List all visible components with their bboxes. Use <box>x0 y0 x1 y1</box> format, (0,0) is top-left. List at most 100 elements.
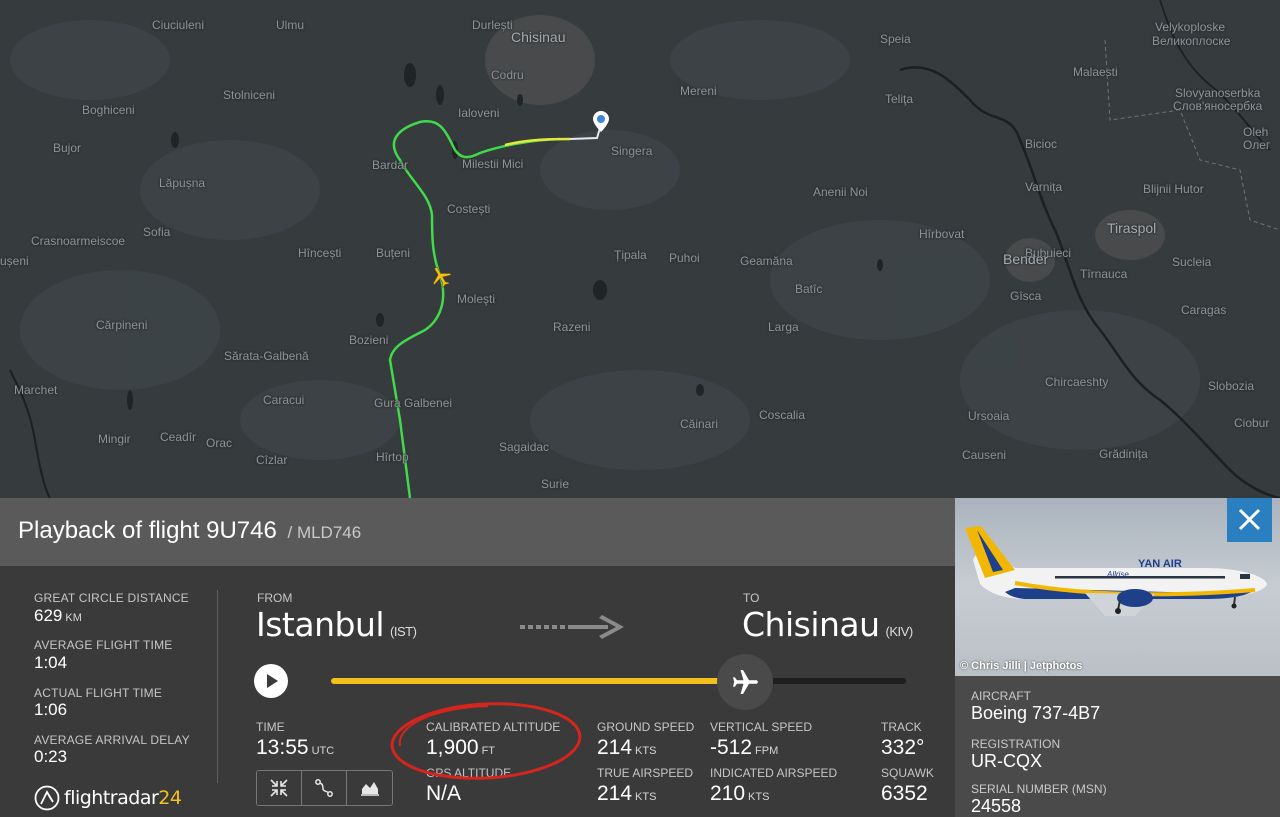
vertical-speed-label: VERTICAL SPEED <box>710 720 813 734</box>
place-label: Batîc <box>795 282 823 296</box>
vertical-speed-number: -512 <box>710 736 753 759</box>
location-pin-icon[interactable] <box>592 110 610 134</box>
place-label: Slovyanoserbka <box>1175 86 1261 100</box>
delay-value: 0:23 <box>34 747 68 766</box>
place-label: Codru <box>491 68 524 82</box>
squawk-label: SQUAWK <box>881 766 934 780</box>
registration-label: REGISTRATION <box>971 737 1061 751</box>
great-circle-number: 629 <box>34 606 63 625</box>
msn-value: 24558 <box>971 796 1022 816</box>
place-label: Malaesti <box>1073 65 1118 79</box>
flightradar24-playback-screen: Ciuciuleni Ulmu Durlești Chisinau Speia Velyk… <box>0 0 1280 817</box>
msn-label: SERIAL NUMBER (MSN) <box>971 782 1107 796</box>
radar-logo-icon <box>34 785 60 811</box>
vertical-speed-unit: FPM <box>755 745 779 757</box>
great-circle-unit: KM <box>65 612 82 624</box>
place-label: Lăpușna <box>159 176 206 190</box>
time-value: 13:55 UTC <box>256 736 334 760</box>
place-label: Durlești <box>472 18 513 32</box>
place-label: Caracui <box>263 393 305 407</box>
place-label: ușeni <box>0 254 29 268</box>
place-label: Costești <box>447 202 491 216</box>
actual-time-value: 1:06 <box>34 700 68 719</box>
true-airspeed-number: 214 <box>597 782 633 805</box>
chart-icon <box>360 782 379 796</box>
play-button[interactable] <box>254 664 288 698</box>
place-label: Sucleia <box>1172 255 1212 269</box>
ground-speed-label: GROUND SPEED <box>597 720 695 734</box>
close-button[interactable] <box>1227 498 1272 542</box>
place-label: Căinari <box>680 417 719 431</box>
place-label: Stolniceni <box>223 88 276 102</box>
airplane-icon[interactable] <box>428 264 454 290</box>
annotation-ellipse <box>390 702 582 780</box>
true-airspeed-value: 214 KTS <box>597 782 656 806</box>
from-code: (IST) <box>390 624 417 639</box>
play-icon <box>267 674 278 688</box>
compress-icon <box>270 779 288 797</box>
from-city[interactable]: Istanbul (IST) <box>256 605 417 644</box>
place-label: Великоплоске <box>1152 34 1231 48</box>
place-label: Causeni <box>962 448 1007 462</box>
route-button[interactable] <box>302 771 347 805</box>
place-label: Surie <box>541 477 570 491</box>
indicated-airspeed-number: 210 <box>710 782 746 805</box>
place-label: Țipala <box>614 248 647 262</box>
aircraft-info-panel: YAN AIR Allrise © Chris Jilli | Jetphoto… <box>955 498 1280 817</box>
livery-allrise-text: Allrise <box>1107 570 1129 579</box>
true-airspeed-label: TRUE AIRSPEED <box>597 766 694 780</box>
aircraft-value: Boeing 737-4B7 <box>971 703 1101 723</box>
route-icon <box>315 779 333 797</box>
avg-time-value: 1:04 <box>34 653 68 672</box>
brand-wordmark: flightradar24 <box>64 787 182 809</box>
timeline-handle[interactable] <box>717 654 773 710</box>
actual-time-label: Actual Flight Time <box>34 686 163 700</box>
place-label: Bujor <box>53 141 82 155</box>
place-label: Puhoi <box>669 251 700 265</box>
place-label: Sagaidac <box>499 440 550 454</box>
ground-speed-value: 214 KTS <box>597 736 656 760</box>
place-label: Hîrtop <box>376 450 409 464</box>
place-label: Crasnoarmeiscoe <box>31 234 126 248</box>
place-label: Ceadîr <box>160 430 197 444</box>
from-label: FROM <box>257 591 293 605</box>
place-label: Tiraspol <box>1107 220 1157 236</box>
place-label: Caragas <box>1181 303 1227 317</box>
airplane-icon <box>733 670 758 694</box>
squawk-value: 6352 <box>881 782 928 805</box>
to-city-name: Chisinau <box>742 605 880 644</box>
map-view[interactable]: Ciuciuleni Ulmu Durlești Chisinau Speia Velyk… <box>0 0 1280 498</box>
indicated-airspeed-unit: KTS <box>748 791 770 803</box>
place-label: Grădinița <box>1099 447 1148 461</box>
place-label: Teliţa <box>885 92 914 106</box>
place-label: Sofia <box>143 225 171 239</box>
place-label: Milestii Mici <box>462 157 524 171</box>
chart-button[interactable] <box>347 771 392 805</box>
place-label: Bicioc <box>1025 137 1058 151</box>
aircraft-label: AIRCRAFT <box>971 689 1031 703</box>
livery-yanair-text: YAN AIR <box>1138 558 1182 570</box>
panel-header: Playback of flight 9U746 / MLD746 <box>0 498 955 566</box>
photo-credit[interactable]: © Chris Jilli | Jetphotos <box>960 660 1082 672</box>
place-label: Cîzlar <box>256 453 288 467</box>
place-label: Gîsca <box>1010 289 1042 303</box>
view-tools <box>256 770 393 806</box>
place-label: Ciobur <box>1234 416 1270 430</box>
to-city[interactable]: Chisinau (KIV) <box>742 605 913 644</box>
flightradar24-logo[interactable]: flightradar24 <box>34 785 182 811</box>
compress-button[interactable] <box>257 771 302 805</box>
place-label: Hîrbovat <box>919 227 965 241</box>
ground-speed-number: 214 <box>597 736 633 759</box>
place-label: Blijnii Hutor <box>1143 182 1204 196</box>
gps-altitude-value: N/A <box>426 782 462 805</box>
from-city-name: Istanbul <box>256 605 385 644</box>
place-label: Hîncești <box>298 246 342 260</box>
registration-value[interactable]: UR-CQX <box>971 751 1042 772</box>
place-label: Mingir <box>98 432 131 446</box>
vertical-speed-value: -512 FPM <box>710 736 778 760</box>
place-label: Cărpineni <box>96 318 148 332</box>
avg-time-label: Average Flight Time <box>34 638 173 652</box>
place-label: Gura Galbenei <box>374 396 453 410</box>
place-label: Slobozia <box>1208 379 1255 393</box>
great-circle-value: 629 KM <box>34 606 82 626</box>
